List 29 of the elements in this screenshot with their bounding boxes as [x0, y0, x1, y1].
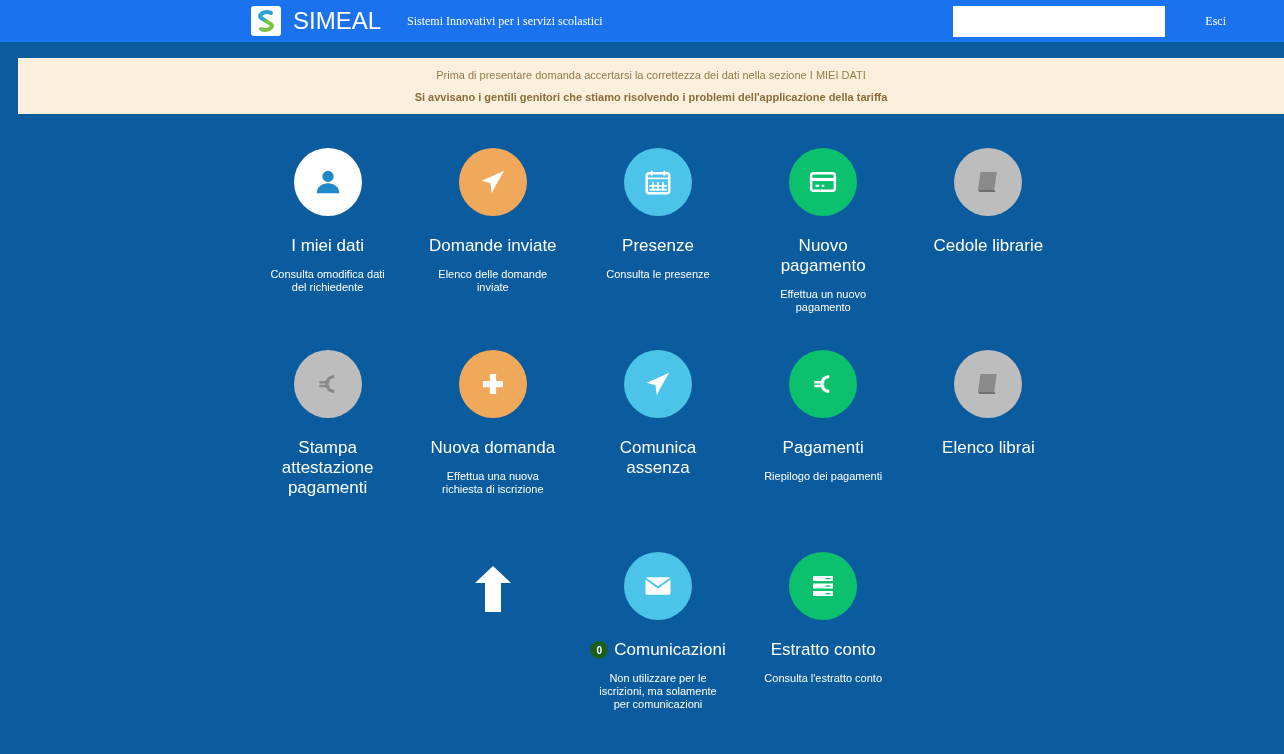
logo-icon [251, 6, 281, 37]
tile-description: Effettua un nuovo pagamento [779, 288, 868, 314]
tile-title[interactable]: Comunica assenza [593, 438, 723, 478]
logout-link[interactable]: Esci [1205, 12, 1226, 31]
tile-description: Riepilogo dei pagamenti [764, 470, 883, 483]
tagline: Sistemi Innovativi per i servizi scolastici [407, 13, 603, 31]
tile-title[interactable]: Presenze [622, 236, 694, 256]
tile-description: Non utilizzare per le iscrizioni, ma solamente per comunicazioni [598, 672, 718, 711]
tile-description: Consulta omodifica dati del richiedente [269, 268, 386, 294]
tile-description: Consulta l'estratto conto [764, 672, 883, 685]
tile-description: Effettua una nuova richiesta di iscrizione [441, 470, 545, 496]
tile-title[interactable]: Stampa attestazione pagamenti [262, 438, 393, 498]
tile-title[interactable]: Comunicazioni [614, 640, 726, 660]
tile-title[interactable]: Nuovo pagamento [758, 236, 889, 276]
notice-text: Prima di presentare domanda accertarsi la correttezza dei dati nella sezione I MIEI DATI [436, 68, 866, 84]
tile-title[interactable]: Domande inviate [429, 236, 557, 256]
tile-description: Elenco delle domande inviate [437, 268, 549, 294]
tile-title[interactable]: Pagamenti [782, 438, 864, 458]
brand-name: SIMEAL [293, 9, 382, 34]
count-badge: 0 [590, 641, 609, 659]
tile-title[interactable]: I miei dati [291, 236, 364, 256]
search-field[interactable] [953, 5, 1166, 37]
tile-description: Consulta le presenze [606, 268, 710, 281]
notice-text: Si avvisano i gentili genitori che stiamo risolvendo i problemi dell'applicazione della tariffa [414, 89, 888, 105]
tile-title[interactable]: Estratto conto [770, 640, 876, 660]
up-arrow-icon [474, 566, 511, 612]
tile-title[interactable]: Nuova domanda [430, 438, 556, 458]
tile-title[interactable]: Elenco librai [942, 438, 1035, 458]
tile-title[interactable]: Cedole librarie [933, 236, 1044, 256]
